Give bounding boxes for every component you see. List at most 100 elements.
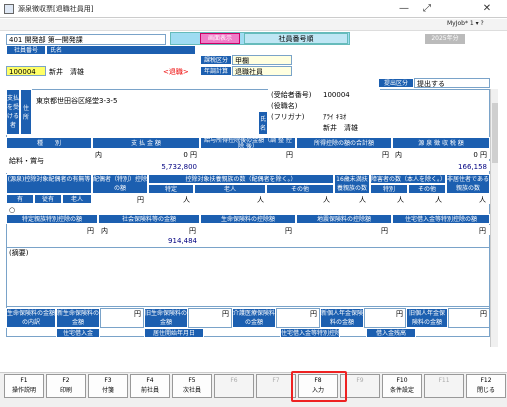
withholding-tax-amount: 166,158 [430,161,490,171]
fkey-label: 付箋 [101,387,114,394]
social-inner-label: 内 [98,225,110,235]
new-life-header: 新生命保険料の金額 [56,308,100,328]
dept-field[interactable]: 401 開発部 第一開発課 [6,34,166,45]
old-pension-header: 旧個人年金保険料の金額 [406,308,448,328]
fkey-f4-button[interactable]: F4 前社員 [130,374,170,398]
old-life-header: 旧生命保険料の金額 [144,308,188,328]
fkey-label: 印刷 [59,387,72,394]
display-mode-button[interactable]: 画面表示 [200,33,240,44]
remarks-label: (摘要) [9,249,29,257]
nonresident-header: 非居住者である親族の数 [446,174,490,194]
payee-side-label: 支払を受ける者 [6,89,20,135]
deduction-after-yen: 円 [270,149,296,159]
social-yen: 円 [186,225,200,235]
house-yen: 円 [476,225,490,235]
close-button[interactable]: ✕ [480,3,494,14]
remarks-area[interactable]: (摘要) [6,247,490,307]
scroll-thumb[interactable] [492,103,498,163]
special-dependents-header: 特定 [148,184,194,194]
submission-value[interactable]: 提出する [414,78,490,88]
spouse-mark[interactable]: ○ [6,204,34,214]
income-type-value: 給料・賞与 [6,149,92,173]
payment-inner-value: 0 円 [160,149,200,159]
payee-name-value: 新井 清雄 [320,122,380,132]
social-insurance-amount: 914,484 [140,235,200,245]
tax-category-value: 甲欄 [232,55,292,65]
fkey-f11-button[interactable]: F11 [424,374,464,398]
address-value[interactable]: 東京都世田谷区経堂3-3-5 [33,95,183,105]
myjob-count: 1 [469,20,474,27]
title-bar: 源泉徴収票[退職社員用] — ⤢ ✕ [0,0,507,18]
payee-name-label: 氏名 [258,111,268,135]
spouse-deduction-header: 配偶者（特別）控除の額 [92,174,148,194]
employee-name-value: 新井 清雄 [46,66,126,76]
recipient-no-value: 100004 [320,89,380,99]
spouse-yes-header: 有 [6,194,34,204]
fkey-code: F3 [104,377,112,384]
fkey-f3-button[interactable]: F3 付箋 [88,374,128,398]
old-pension-value[interactable]: 円 [448,308,490,328]
myjob-button[interactable]: MyJob* 1 ▾ ? [447,20,484,27]
fkey-f2-button[interactable]: F2 印刷 [46,374,86,398]
expand-icon[interactable]: ⤢ [420,3,434,14]
submission-label: 提出区分 [378,78,414,88]
social-insurance-header: 社会保険料等の金額 [98,214,200,224]
fkey-code: F11 [438,377,450,384]
disabled-special-unit: 人 [394,194,408,204]
payment-header: 支 払 金 額 [92,137,200,149]
earthquake-insurance-header: 地震保険料の控除額 [296,214,392,224]
loan-category-label: 住宅借入金等特別控除区分 [280,328,340,338]
fkey-f5-button[interactable]: F5 次社員 [172,374,212,398]
type-header: 種 別 [6,137,92,149]
new-life-value[interactable]: 円 [100,308,144,328]
housing-loan-label: 住宅借入金 [56,328,100,338]
fkey-code: F7 [272,377,280,384]
old-life-value[interactable]: 円 [188,308,232,328]
life-yen: 円 [282,225,296,235]
address-label: 住所 [20,89,32,135]
fkey-code: F1 [20,377,28,384]
minimize-button[interactable]: — [397,3,411,14]
disabled-other-header: その他 [408,184,446,194]
fkey-f7-button[interactable]: F7 [256,374,296,398]
employee-number-field[interactable]: 100004 [6,66,46,76]
employee-name-header: 氏名 [46,45,196,55]
disabled-header: 障害者の数（本人を除く。） [370,174,446,184]
fkey-label: 前社員 [140,387,159,394]
care-value[interactable]: 円 [276,308,320,328]
furigana-value[interactable]: ｱﾗｲ ｷﾖｵ [320,111,380,121]
fkey-code: F10 [396,377,408,384]
fkey-code: F12 [480,377,492,384]
other-count-unit: 人 [320,194,334,204]
new-pension-header: 新個人年金保険料の金額 [320,308,364,328]
fkey-f12-button[interactable]: F12 閉じる [466,374,506,398]
sort-order-label[interactable]: 社員番号順 [244,33,348,44]
new-pension-value[interactable]: 円 [364,308,406,328]
withholding-tax-header: 源 泉 徴 収 税 額 [392,137,490,149]
spouse-elder-header: 老人 [62,194,92,204]
under16-count-unit: 人 [356,194,370,204]
other-dependents-header: その他 [266,184,334,194]
fkey-f6-button[interactable]: F6 [214,374,254,398]
fkey-f10-button[interactable]: F10 条件設定 [382,374,422,398]
fkey-label: 操作説明 [11,387,36,394]
deduction-total-header: 所得控除の額の合計額 [296,137,392,149]
disabled-special-header: 特別 [370,184,408,194]
fkey-code: F5 [188,377,196,384]
recipient-no-label: (受給者番号) [268,89,320,99]
start-date-label: 居住開始年月日 [144,328,204,338]
fkey-f1-button[interactable]: F1 操作説明 [4,374,44,398]
retired-status: <退職> [160,66,196,76]
quake-yen: 円 [378,225,392,235]
elderly-count-unit: 人 [254,194,268,204]
fkey-code: F2 [62,377,70,384]
special-relative-yen: 円 [84,225,98,235]
tax-category-label: 課税区分 [200,55,232,65]
f8-highlight [291,371,347,402]
deduction-total-yen: 円 [366,149,392,159]
tax-inner-label: 内 [392,149,404,159]
payment-amount: 5,732,800 [120,161,200,171]
tax-inner-value: 0 円 [450,149,490,159]
vertical-scrollbar[interactable] [490,89,498,347]
menu-bar [0,19,507,31]
